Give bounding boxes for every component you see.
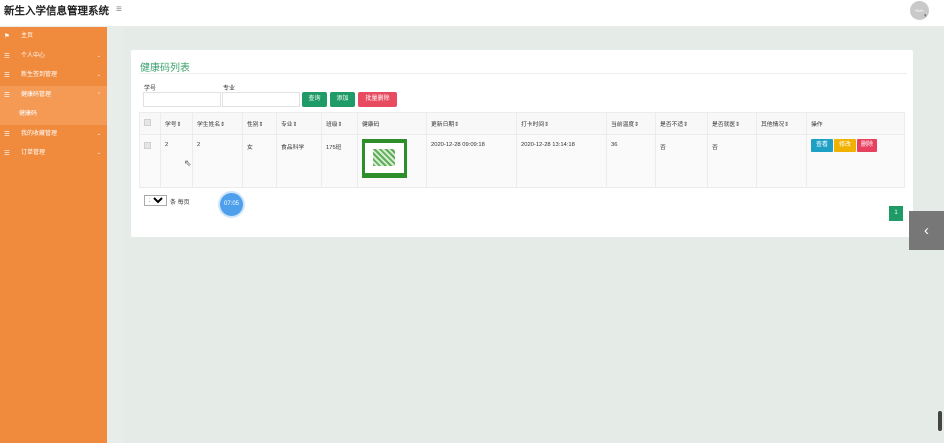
header-actions: 操作 xyxy=(806,112,905,135)
header-hospital[interactable]: 是否就医⇕ xyxy=(707,112,757,135)
scrollbar-thumb[interactable] xyxy=(938,411,942,431)
cell-updated: 2020-12-28 09:09:18 xyxy=(426,134,517,188)
sidebar-item-personal-center[interactable]: ☰ 个人中心 ⌄ xyxy=(0,47,107,67)
header-name[interactable]: 学生姓名⇕ xyxy=(192,112,243,135)
sidebar-item-label: 订单管理 xyxy=(21,150,46,156)
chevron-down-icon: ⌄ xyxy=(96,130,101,137)
page-1-button[interactable]: 1 xyxy=(889,206,903,221)
select-all-cell xyxy=(139,112,161,135)
sidebar-item-home[interactable]: ⚑ 主页 xyxy=(0,27,107,47)
divider xyxy=(139,73,907,74)
health-code-table: 学号⇕ 学生姓名⇕ 性别⇕ 专业⇕ 班级⇕ 健康码 更新日期⇕ 打卡时间⇕ 当前… xyxy=(139,112,905,188)
caret-down-icon[interactable]: ▾ xyxy=(924,13,927,19)
cell-temperature: 36 xyxy=(606,134,656,188)
menu-icon: ☰ xyxy=(4,150,10,157)
cell-health-code xyxy=(357,134,427,188)
delete-button[interactable]: 删除 xyxy=(857,139,877,152)
query-button[interactable]: 查询 xyxy=(302,92,327,107)
sidebar-item-order-management[interactable]: ☰ 订单管理 ⌄ xyxy=(0,144,107,164)
cell-checkin: 2020-12-28 13:14:18 xyxy=(516,134,607,188)
major-input[interactable] xyxy=(222,92,300,107)
menu-icon: ☰ xyxy=(4,130,10,138)
top-bar: 新生入学信息管理系统 ≡ Ruth ▾ xyxy=(0,0,944,27)
header-health-code: 健康码 xyxy=(357,112,427,135)
sidebar: ⚑ 主页 ☰ 个人中心 ⌄ ☰ 新生签到管理 ⌄ ☰ 健康码管理 ⌃ 健康码 ☰… xyxy=(0,27,107,443)
cell-major: 食品科学 xyxy=(276,134,322,188)
sidebar-item-favorites-management[interactable]: ☰ 我的收藏管理 ⌄ xyxy=(0,125,107,145)
cell-unwell: 否 xyxy=(655,134,708,188)
row-checkbox[interactable] xyxy=(144,142,151,149)
chevron-down-icon: ⌄ xyxy=(96,72,101,78)
cell-other xyxy=(756,134,807,188)
edit-button[interactable]: 修改 xyxy=(834,139,856,152)
per-page-label: 条 每页 xyxy=(170,200,190,206)
view-button[interactable]: 查看 xyxy=(811,139,833,152)
row-select-cell xyxy=(139,134,161,188)
sidebar-item-label: 健康码管理 xyxy=(21,91,52,98)
table-row: 2 2 女 食品科学 175班 2020-12-28 09:09:18 2020… xyxy=(139,134,905,188)
header-unwell[interactable]: 是否不适⇕ xyxy=(655,112,708,135)
app-title: 新生入学信息管理系统 xyxy=(4,5,109,17)
header-other[interactable]: 其他情况⇕ xyxy=(756,112,807,135)
chevron-down-icon: ⌄ xyxy=(96,150,101,156)
header-temperature[interactable]: 当前温度⇕ xyxy=(606,112,656,135)
header-gender[interactable]: 性别⇕ xyxy=(242,112,277,135)
chevron-left-icon[interactable]: ‹ xyxy=(909,211,944,250)
page-title: 健康码列表 xyxy=(140,63,190,74)
add-button[interactable]: 添加 xyxy=(330,92,355,107)
health-code-image[interactable] xyxy=(362,139,407,178)
sidebar-item-label: 我的收藏管理 xyxy=(21,130,58,137)
cell-hospital: 否 xyxy=(707,134,757,188)
chevron-down-icon: ⌄ xyxy=(96,52,101,59)
sidebar-item-label: 新生签到管理 xyxy=(21,72,58,78)
student-no-label: 学号 xyxy=(144,86,157,92)
header-major[interactable]: 专业⇕ xyxy=(276,112,322,135)
header-updated[interactable]: 更新日期⇕ xyxy=(426,112,517,135)
sidebar-item-health-code-management[interactable]: ☰ 健康码管理 ⌃ xyxy=(0,85,107,105)
sidebar-item-label: 个人中心 xyxy=(21,52,46,59)
menu-icon: ☰ xyxy=(4,52,10,60)
header-checkin[interactable]: 打卡时间⇕ xyxy=(516,112,607,135)
sidebar-subitem-health-code[interactable]: 健康码 xyxy=(0,105,107,125)
mouse-pointer-icon: ⇖ xyxy=(184,158,192,168)
batch-delete-button[interactable]: 批量删除 xyxy=(358,92,397,107)
menu-icon: ☰ xyxy=(4,91,10,99)
select-all-checkbox[interactable] xyxy=(144,119,151,126)
sidebar-item-checkin-management[interactable]: ☰ 新生签到管理 ⌄ xyxy=(0,66,107,86)
cell-class: 175班 xyxy=(321,134,358,188)
student-no-input[interactable] xyxy=(143,92,221,107)
flag-icon: ⚑ xyxy=(4,33,10,40)
sidebar-item-label: 主页 xyxy=(21,33,34,39)
sidebar-item-label: 健康码 xyxy=(19,111,38,117)
major-label: 专业 xyxy=(223,86,236,92)
timer-badge[interactable]: 07:05 xyxy=(220,193,243,216)
page-size-select[interactable]: 10 xyxy=(144,195,167,206)
menu-icon: ☰ xyxy=(4,72,10,79)
table-header-row: 学号⇕ 学生姓名⇕ 性别⇕ 专业⇕ 班级⇕ 健康码 更新日期⇕ 打卡时间⇕ 当前… xyxy=(139,112,905,135)
header-class[interactable]: 班级⇕ xyxy=(321,112,358,135)
cell-gender: 女 xyxy=(242,134,277,188)
header-student-no[interactable]: 学号⇕ xyxy=(160,112,193,135)
hamburger-menu-icon[interactable]: ≡ xyxy=(116,5,122,15)
chevron-up-icon: ⌃ xyxy=(96,91,101,98)
cell-name: 2 xyxy=(192,134,243,188)
